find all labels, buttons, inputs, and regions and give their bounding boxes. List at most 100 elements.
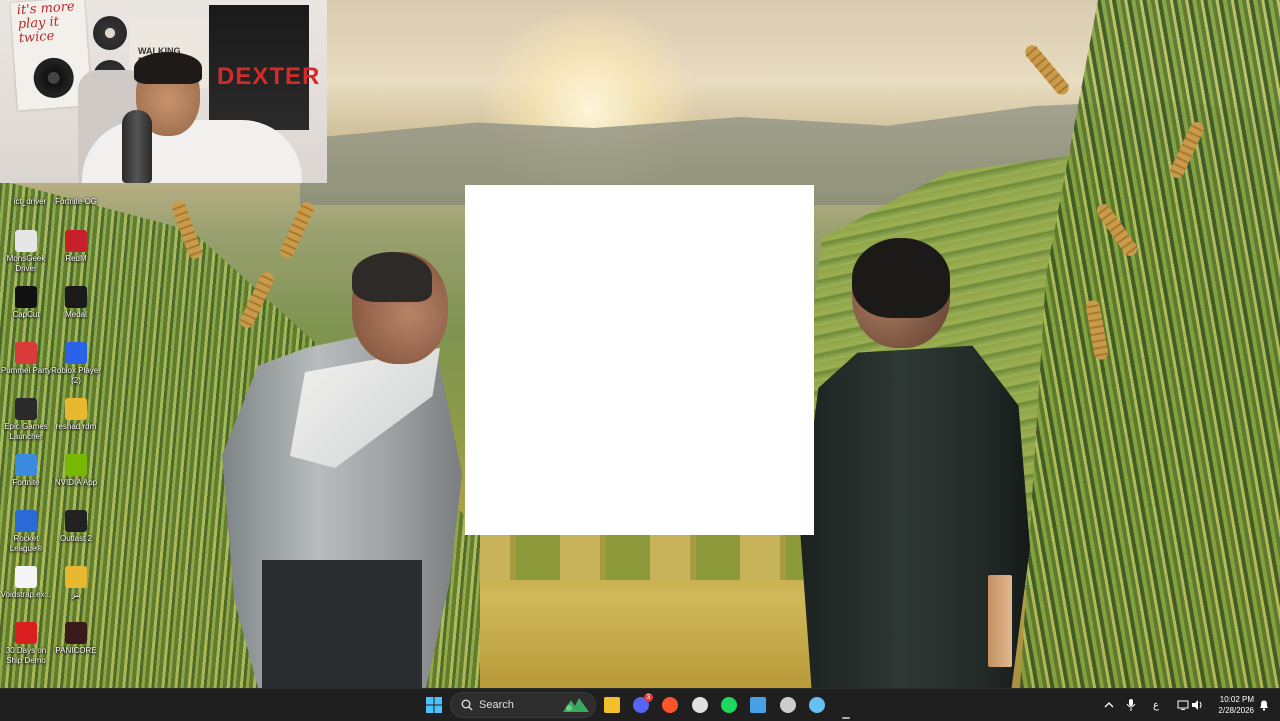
app-icon — [15, 398, 37, 420]
rice-grain — [1022, 42, 1072, 98]
poster-right-text: DEXTER — [217, 63, 321, 90]
taskbar-app-chrome[interactable] — [776, 693, 800, 717]
desktop-icon-fortnite-og[interactable]: Fortnite OG — [46, 185, 106, 207]
app-icon — [65, 622, 87, 644]
wallpaper-book — [988, 575, 1012, 667]
desktop-icon-label: RedM — [65, 254, 87, 263]
search-placeholder: Search — [479, 699, 514, 711]
desktop-icon[interactable]: Rocket League® — [0, 510, 52, 554]
desktop-icon[interactable]: reshad rdm — [50, 398, 102, 432]
microphone — [122, 110, 152, 183]
taskbar-search[interactable]: Search — [450, 692, 596, 718]
snipping-icon — [750, 697, 766, 713]
desktop-icon-label: Epic Games Launcher — [4, 422, 48, 441]
steam-icon — [809, 697, 825, 713]
taskbar-app-obs[interactable] — [688, 693, 712, 717]
app-icon — [65, 454, 87, 476]
chrome-icon — [780, 697, 796, 713]
clock-time: 10:02 PM — [1219, 695, 1254, 704]
app-icon — [65, 398, 87, 420]
notifications-button[interactable] — [1254, 693, 1274, 717]
search-highlight-icon — [563, 698, 589, 712]
notification-badge: 3 — [644, 693, 653, 702]
app-icon — [15, 622, 37, 644]
brave-icon — [662, 697, 678, 713]
chevron-up-icon — [1104, 702, 1114, 708]
app-icon — [15, 286, 37, 308]
wallpaper-terrace-mid — [470, 535, 810, 580]
desktop-icon[interactable]: RedM — [50, 230, 102, 264]
desktop-icon[interactable]: Epic Games Launcher — [0, 398, 52, 442]
desktop-icon[interactable]: NVIDIA App — [50, 454, 102, 488]
taskbar-app-spotify[interactable] — [717, 693, 741, 717]
language-label: ع — [1153, 699, 1159, 711]
language-indicator[interactable]: ع — [1146, 693, 1166, 717]
show-hidden-icons-button[interactable] — [1098, 693, 1120, 717]
taskbar-app-snipping[interactable] — [746, 693, 770, 717]
bell-icon — [1260, 700, 1268, 711]
app-icon — [65, 286, 87, 308]
blank-app-window[interactable] — [465, 185, 814, 535]
microphone-icon — [1126, 699, 1136, 711]
desktop-icon-label: Outlast 2 — [59, 534, 92, 543]
windows-icon — [426, 697, 442, 713]
desktop-icon[interactable]: 30 Days on Ship Demo — [0, 622, 52, 666]
desktop-icon-label: بتر — [71, 590, 81, 599]
desktop-icon[interactable]: Outlast 2 — [50, 510, 102, 544]
desktop-icon-label: Medal — [65, 310, 87, 319]
desktop-icon[interactable]: CapCut — [0, 286, 52, 320]
webcam-poster-right: DEXTER — [209, 5, 319, 130]
app-icon — [15, 510, 37, 532]
app-icon — [65, 566, 87, 588]
taskbar-app-brave[interactable] — [658, 693, 682, 717]
webcam-overlay: it's more play it twice WALKING DEAD DEX… — [0, 0, 327, 183]
desktop-icon-label: 30 Days on Ship Demo — [5, 646, 47, 665]
volume-tray-button[interactable] — [1186, 693, 1208, 717]
desktop-icon-label: MonsGeek Driver — [6, 254, 46, 273]
wallpaper-grass-right — [1020, 0, 1280, 688]
desktop-icon-label: Rocket League® — [9, 534, 43, 553]
desktop-icon-label: NVIDIA App — [54, 478, 98, 487]
desktop-icon-label: CapCut — [12, 310, 40, 319]
wallpaper-young-man-hair — [852, 238, 950, 318]
streamer-body — [82, 120, 302, 183]
desktop-icon[interactable]: PANICORE — [50, 622, 102, 656]
wallpaper-elder-man-hair — [352, 252, 432, 302]
taskbar-app-steam[interactable] — [805, 693, 829, 717]
app-icon — [65, 230, 87, 252]
desktop-icon-label: Fortnite — [12, 478, 40, 487]
desktop-icon-label: Roblox Player (2) — [51, 366, 101, 385]
microphone-tray-button[interactable] — [1120, 693, 1142, 717]
app-icon — [15, 230, 37, 252]
vinyl-record-graphic — [32, 56, 76, 100]
active-indicator — [842, 717, 850, 719]
obs-icon — [692, 697, 708, 713]
app-icon — [15, 342, 37, 364]
start-button[interactable] — [422, 693, 446, 717]
desktop-icon[interactable]: Voidstrap.ex... — [0, 566, 52, 600]
desktop-icon[interactable]: Roblox Player (2) — [50, 342, 102, 386]
desktop-icon[interactable]: بتر — [50, 566, 102, 600]
desktop-icon[interactable]: Pummel Party — [0, 342, 52, 376]
taskbar-clock[interactable]: 10:02 PM 2/28/2026 — [1206, 694, 1254, 716]
app-icon — [15, 566, 37, 588]
taskbar-app-active-app[interactable] — [834, 693, 858, 719]
speaker-icon — [1192, 700, 1202, 710]
taskbar: Search 3 ع 10:02 PM 2/28/2026 — [0, 688, 1280, 721]
file-explorer-icon — [604, 697, 620, 713]
taskbar-app-discord[interactable]: 3 — [629, 693, 653, 717]
poster-left-text: it's more play it twice — [16, 0, 76, 47]
desktop-icon[interactable]: MonsGeek Driver — [0, 230, 52, 274]
rice-grain — [277, 199, 317, 261]
wall-record-top — [93, 16, 127, 50]
streamer-hair — [134, 52, 202, 84]
app-icon — [65, 510, 87, 532]
taskbar-app-file-explorer[interactable] — [600, 693, 624, 717]
app-icon — [15, 454, 37, 476]
desktop-icon-label: Fortnite OG — [55, 197, 97, 206]
desktop-icon-label: reshad rdm — [55, 422, 97, 431]
wallpaper-elder-man-pants — [262, 560, 422, 688]
app-icon — [65, 342, 87, 364]
desktop-icon[interactable]: Medal — [50, 286, 102, 320]
desktop-icon[interactable]: Fortnite — [0, 454, 52, 488]
